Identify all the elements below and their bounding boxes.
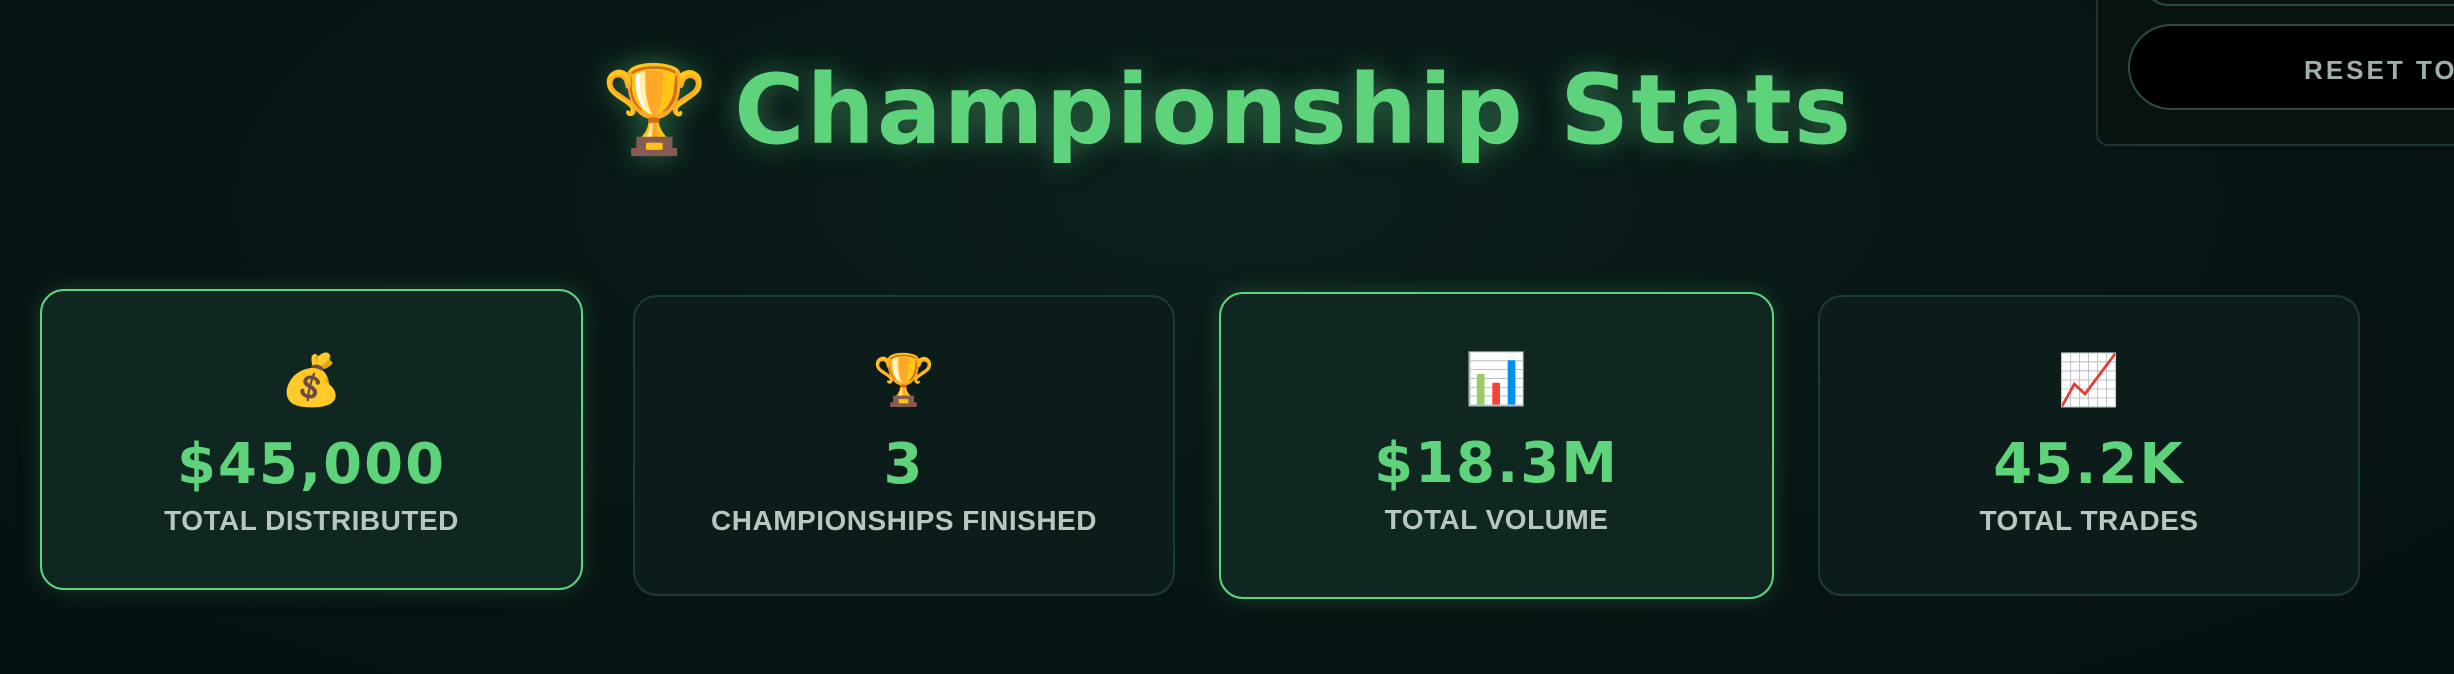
stat-value: $18.3M: [1374, 431, 1619, 496]
money-bag-icon: 💰: [280, 351, 343, 409]
stat-card-total-distributed: 💰 $45,000 TOTAL DISTRIBUTED: [40, 289, 583, 590]
trophy-icon: 🏆: [601, 60, 711, 160]
page-title-text: Championship Stats: [734, 54, 1853, 166]
stats-page: RESET TO RE 🏆Championship Stats 💰 $45,00…: [0, 0, 2454, 674]
stat-value: $45,000: [176, 432, 447, 497]
stat-card-total-volume: 📊 $18.3M TOTAL VOLUME: [1219, 292, 1774, 599]
stat-label: CHAMPIONSHIPS FINISHED: [711, 505, 1097, 536]
trophy-icon: 🏆: [872, 351, 936, 409]
stat-label: TOTAL VOLUME: [1384, 504, 1609, 535]
stat-label: TOTAL TRADES: [1979, 505, 2199, 536]
stat-card-total-trades: 📈 45.2K TOTAL TRADES: [1818, 295, 2360, 596]
chart-increasing-icon: 📈: [2057, 351, 2121, 409]
stat-label: TOTAL DISTRIBUTED: [164, 505, 459, 536]
bar-chart-icon: 📊: [1465, 350, 1528, 408]
stat-card-championships-finished: 🏆 3 CHAMPIONSHIPS FINISHED: [633, 295, 1175, 596]
panel-edge: [2144, 0, 2454, 6]
page-title: 🏆 Championship Stats: [0, 50, 2454, 170]
stat-value: 3: [883, 432, 925, 497]
stat-value: 45.2K: [1993, 432, 2185, 497]
